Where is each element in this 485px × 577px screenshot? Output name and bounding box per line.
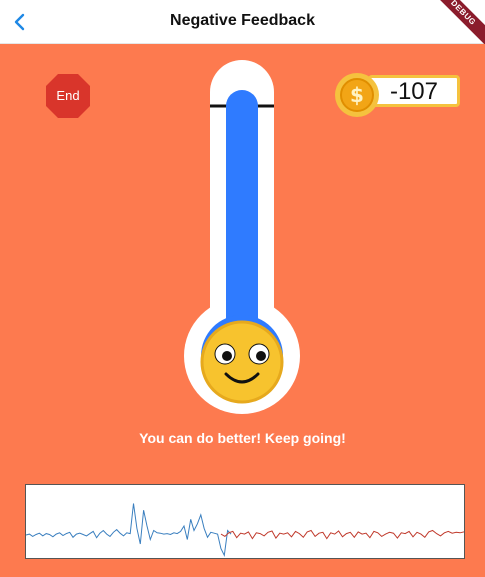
app-bar: Negative Feedback DEBUG bbox=[0, 0, 485, 54]
dollar-coin-icon: $ bbox=[335, 73, 379, 117]
game-area: End -107 $ You can do better! Keep going… bbox=[0, 44, 485, 577]
feedback-message: You can do better! Keep going! bbox=[139, 430, 346, 446]
end-label: End bbox=[56, 88, 80, 103]
smiley-face-icon bbox=[200, 320, 284, 404]
end-button[interactable]: End bbox=[44, 72, 92, 120]
thermometer bbox=[184, 60, 300, 414]
signal-line-red bbox=[220, 529, 465, 540]
signal-line-blue bbox=[25, 503, 232, 557]
page-title: Negative Feedback bbox=[170, 12, 315, 29]
signal-plot bbox=[25, 484, 465, 559]
svg-text:$: $ bbox=[350, 83, 364, 107]
score-counter: -107 $ bbox=[334, 72, 464, 117]
signal-canvas bbox=[25, 503, 465, 557]
score-value: -107 bbox=[389, 78, 439, 105]
